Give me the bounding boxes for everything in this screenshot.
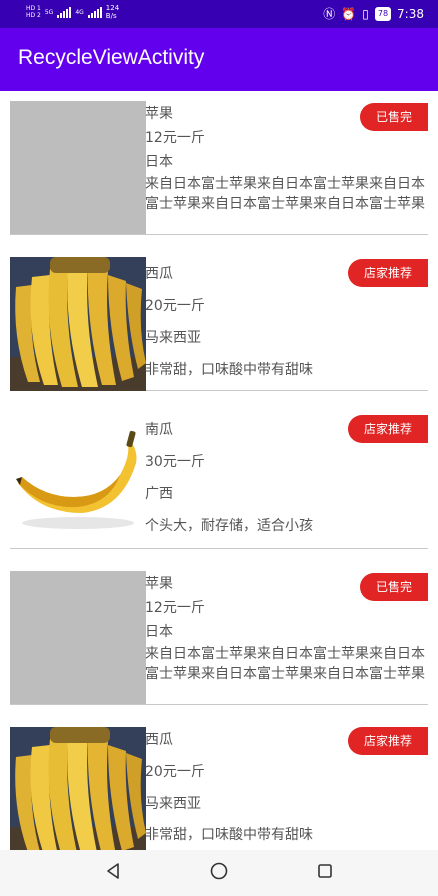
status-badge: 店家推荐 [347, 415, 428, 443]
item-price: 12元一斤 [145, 600, 205, 616]
network-5g-label: 5G [44, 8, 54, 16]
clock: 7:38 [397, 6, 424, 21]
net-speed-value: 124 [105, 4, 120, 12]
item-desc: 非常甜，口味酸中带有甜味 [145, 362, 313, 378]
item-price: 12元一斤 [145, 130, 205, 146]
signal-bars-icon [57, 6, 72, 18]
home-icon[interactable] [209, 861, 229, 885]
item-image [10, 727, 146, 850]
sim-labels: HD 1 HD 2 [26, 5, 41, 19]
back-icon[interactable] [104, 862, 122, 884]
recents-icon[interactable] [316, 862, 334, 884]
item-image [10, 413, 146, 547]
item-desc: 来自日本富士苹果来自日本富士苹果来自日本富士苹果来自日本富士苹果来自日本富士苹果 [145, 646, 425, 682]
list-item[interactable]: 西瓜 20元一斤 马来西亚 非常甜，口味酸中带有甜味 店家推荐 [10, 257, 428, 391]
list-item[interactable]: 西瓜 20元一斤 马来西亚 非常甜，口味酸中带有甜味 店家推荐 [10, 727, 428, 850]
status-badge: 店家推荐 [347, 727, 428, 755]
item-desc: 非常甜，口味酸中带有甜味 [145, 827, 313, 843]
item-price: 20元一斤 [145, 298, 205, 314]
net-speed: 124 B/s [106, 4, 119, 20]
banana-icon [16, 430, 137, 529]
network-4g-label: 4G [75, 8, 84, 16]
vibrate-icon: ▯ [362, 6, 369, 21]
item-origin: 日本 [145, 624, 173, 640]
item-origin: 马来西亚 [145, 796, 201, 812]
item-name: 西瓜 [145, 266, 173, 282]
item-desc: 来自日本富士苹果来自日本富士苹果来自日本富士苹果来自日本富士苹果来自日本富士苹果 [145, 176, 425, 212]
item-price: 30元一斤 [145, 454, 205, 470]
list-item[interactable]: 苹果 12元一斤 日本 来自日本富士苹果来自日本富士苹果来自日本富士苹果来自日本… [10, 101, 428, 235]
item-desc: 个头大，耐存储，适合小孩 [145, 518, 313, 534]
net-speed-unit: B/s [105, 12, 117, 20]
page-title: RecycleViewActivity [18, 46, 205, 69]
battery-icon: 78 [374, 6, 392, 21]
status-badge: 已售完 [359, 573, 428, 601]
system-nav-bar [0, 850, 438, 896]
status-left: HD 1 HD 2 5G 4G 124 B/s [26, 4, 119, 20]
item-origin: 广西 [145, 486, 173, 502]
list-item[interactable]: 苹果 12元一斤 日本 来自日本富士苹果来自日本富士苹果来自日本富士苹果来自日本… [10, 571, 428, 705]
signal-bars-icon [87, 6, 102, 18]
app-bar: RecycleViewActivity [0, 28, 438, 91]
status-right: Ⓝ ⏰ ▯ 78 7:38 [323, 5, 424, 22]
list-item[interactable]: 南瓜 30元一斤 广西 个头大，耐存储，适合小孩 店家推荐 [10, 413, 428, 549]
item-name: 南瓜 [145, 422, 173, 438]
item-price: 20元一斤 [145, 764, 205, 780]
item-origin: 马来西亚 [145, 330, 201, 346]
item-image-placeholder [10, 571, 146, 704]
status-badge: 已售完 [359, 103, 428, 131]
item-name: 苹果 [145, 576, 173, 592]
nfc-icon: Ⓝ [323, 7, 336, 21]
status-bar: HD 1 HD 2 5G 4G 124 B/s Ⓝ ⏰ ▯ 78 7:38 [0, 0, 438, 28]
recycler-list[interactable]: 苹果 12元一斤 日本 来自日本富士苹果来自日本富士苹果来自日本富士苹果来自日本… [0, 91, 438, 850]
item-name: 苹果 [145, 106, 173, 122]
alarm-icon: ⏰ [341, 6, 357, 21]
item-image [10, 257, 146, 391]
item-name: 西瓜 [145, 732, 173, 748]
banana-bunch-icon [10, 257, 146, 391]
item-image-placeholder [10, 101, 146, 234]
status-badge: 店家推荐 [347, 259, 428, 287]
item-origin: 日本 [145, 154, 173, 170]
banana-bunch-icon [10, 727, 146, 850]
sim1-label: HD 1 [26, 5, 41, 12]
sim2-label: HD 2 [26, 12, 41, 19]
